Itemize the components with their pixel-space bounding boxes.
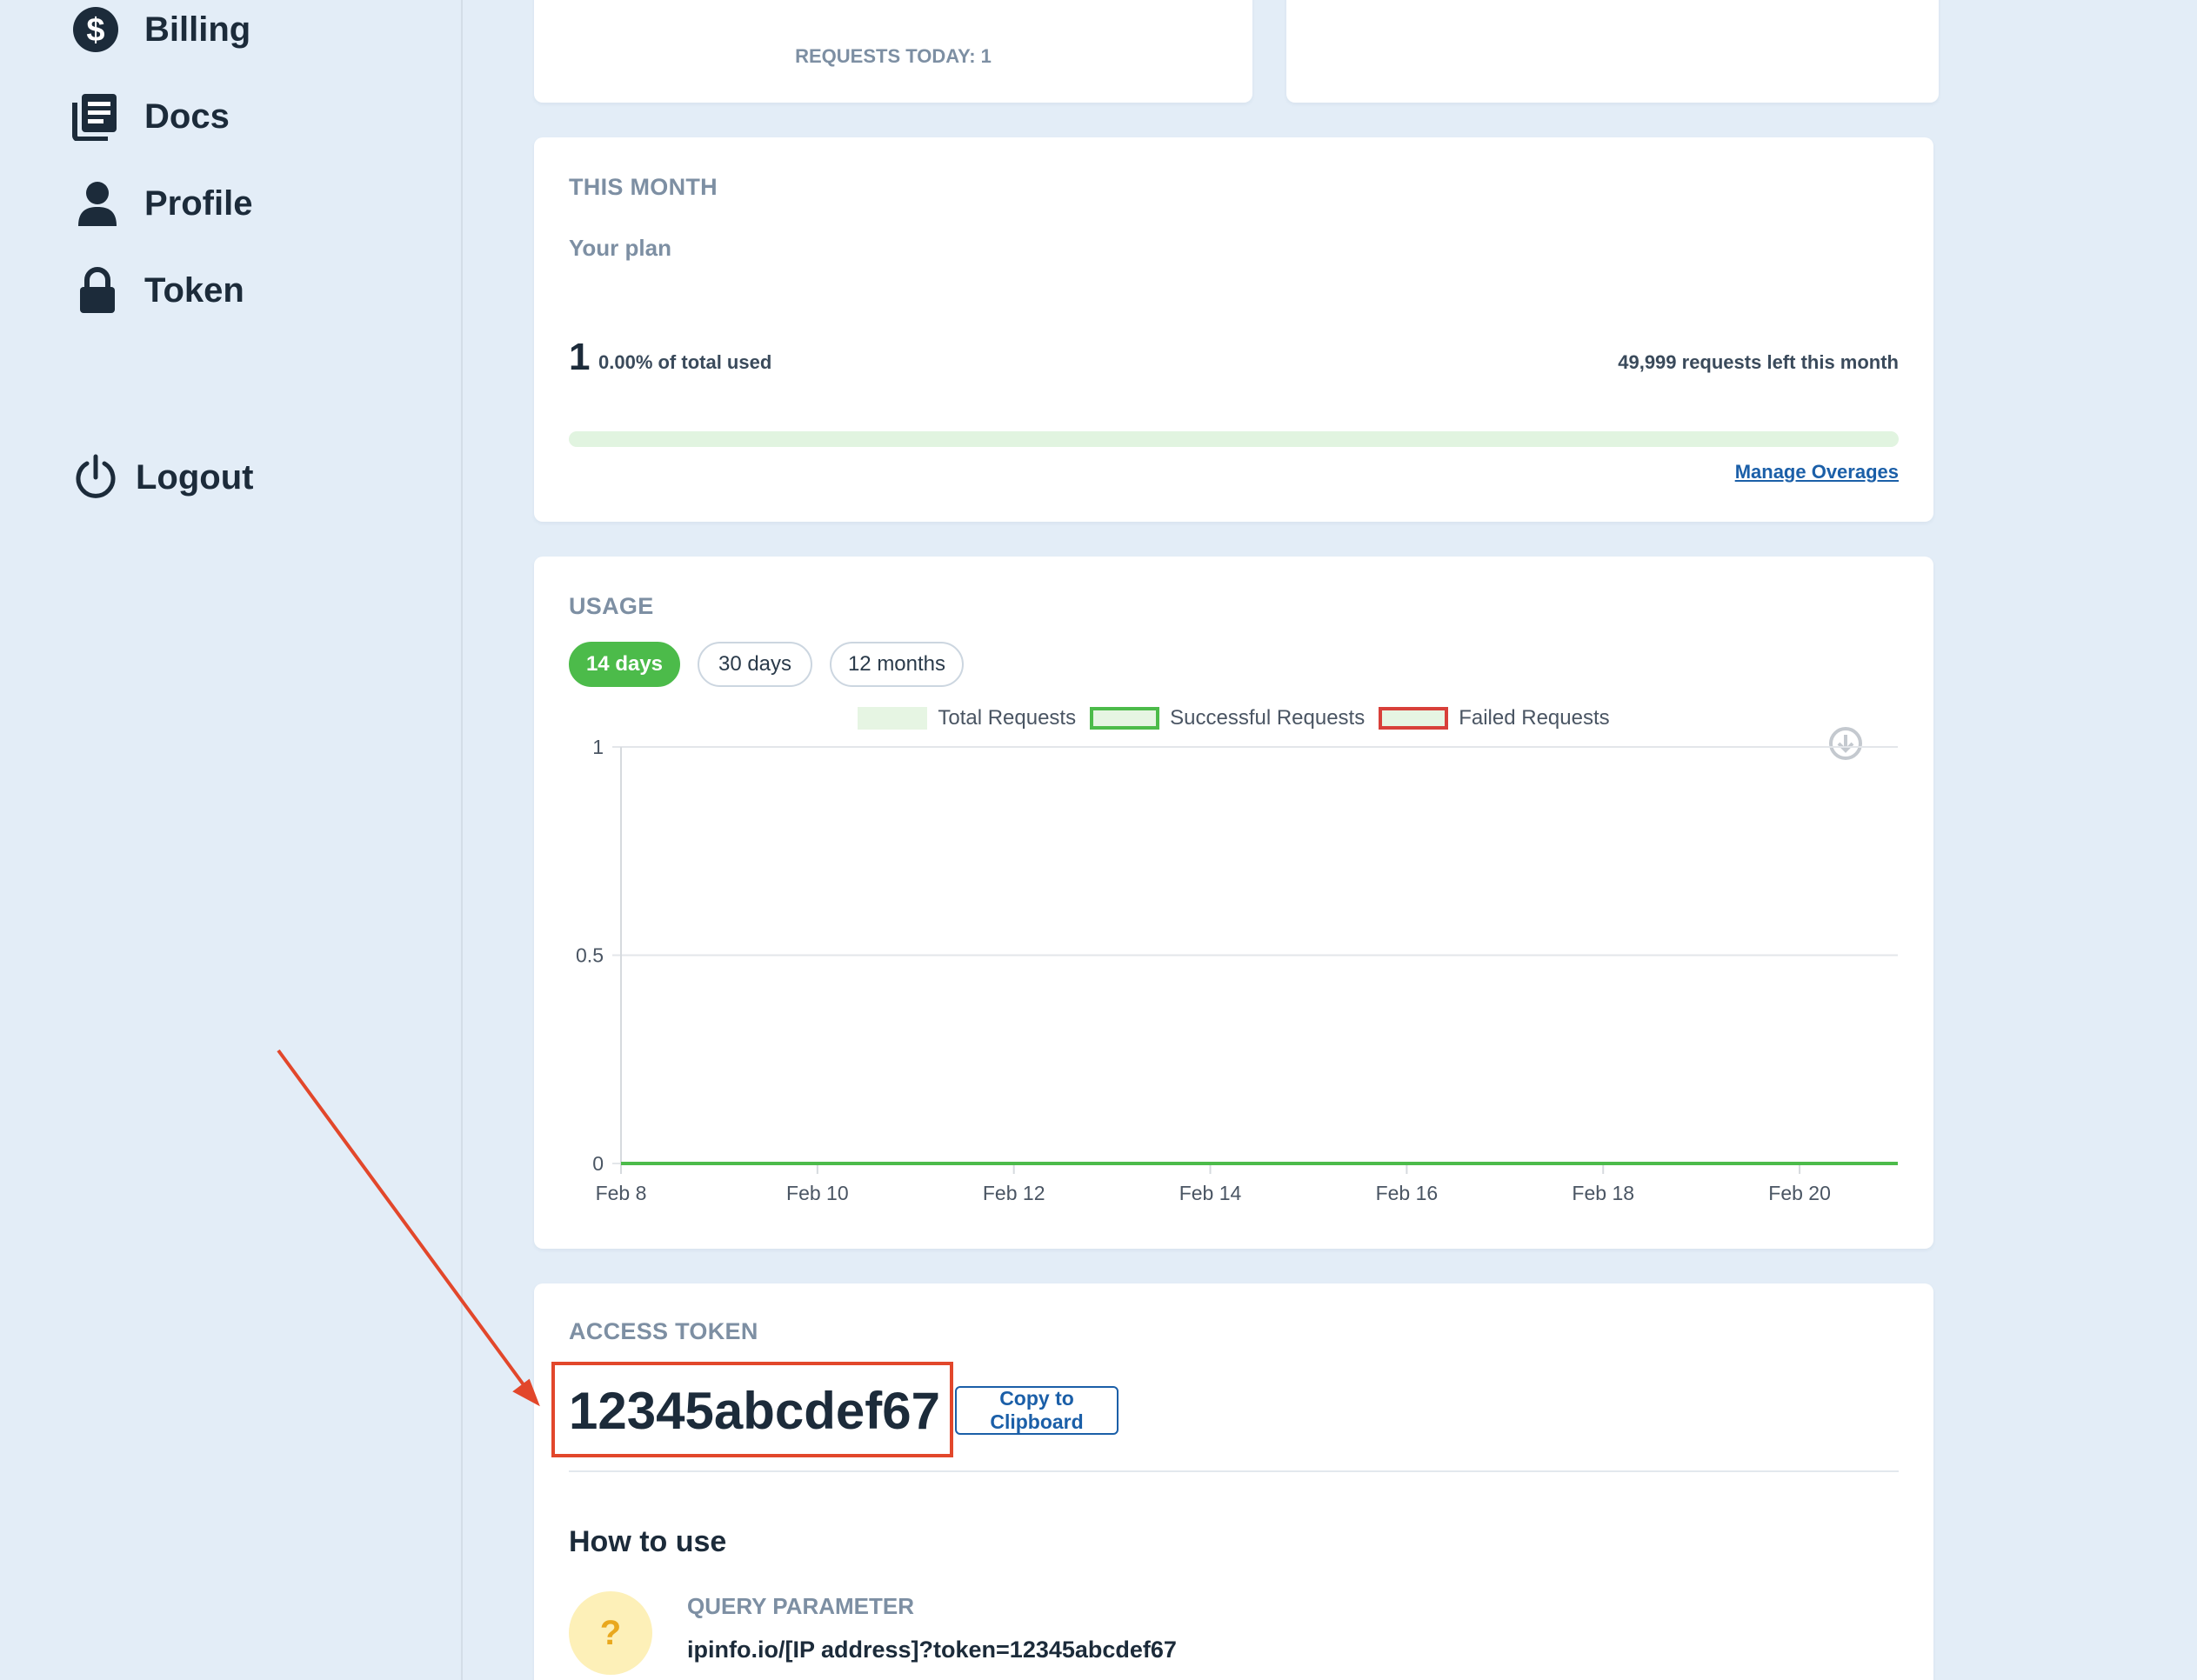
sidebar-item-token[interactable]: Token [71,264,244,317]
y-tick-label: 0 [592,1152,604,1175]
this-month-card: THIS MONTH Your plan 1 0.00% of total us… [534,137,1933,522]
requests-left: 49,999 requests left this month [1618,351,1899,373]
token-value: 12345abcdef67 [569,1382,940,1440]
sidebar: $ Billing Docs Profile Token Logout [0,0,463,1680]
y-tick-label: 0.5 [576,944,604,967]
top-right-card [1286,0,1939,103]
x-tick-label: Feb 10 [786,1182,849,1204]
query-parameter-title: QUERY PARAMETER [687,1593,914,1619]
x-tick-label: Feb 18 [1572,1182,1634,1204]
x-tick-label: Feb 8 [596,1182,647,1204]
copy-to-clipboard-button[interactable]: Copy to Clipboard [955,1386,1119,1435]
usage-chart: 1 0.5 0 Feb 8 Feb 10 Feb 12 Feb 14 Feb 16 Feb 18… [576,727,1898,1204]
logout-button[interactable]: Logout [71,451,254,503]
x-tick-label: Feb 12 [983,1182,1045,1204]
x-tick-label: Feb 14 [1179,1182,1242,1204]
user-icon [71,177,124,230]
x-tick-label: Feb 16 [1376,1182,1439,1204]
access-token-card: ACCESS TOKEN 12345abcdef67 Copy to Clipb… [534,1283,1933,1680]
sidebar-item-label: Billing [144,10,251,49]
x-tick-label: Feb 20 [1768,1182,1831,1204]
dollar-icon: $ [71,3,124,56]
sidebar-item-label: Token [144,270,244,310]
power-icon [71,451,124,503]
used-percent: 0.00% of total used [598,351,772,373]
sidebar-item-docs[interactable]: Docs [71,90,230,143]
query-parameter-url: ipinfo.io/[IP address]?token=12345abcdef… [687,1637,1177,1663]
this-month-title: THIS MONTH [569,174,718,200]
divider [569,1470,1899,1472]
y-tick-label: 1 [592,736,604,758]
lock-icon [71,264,124,317]
docs-icon [71,90,124,143]
sidebar-item-profile[interactable]: Profile [71,177,252,230]
access-token-title: ACCESS TOKEN [569,1318,758,1344]
used-count: 1 [569,336,591,378]
sidebar-item-billing[interactable]: $ Billing [71,3,250,56]
download-icon[interactable] [1829,727,1862,760]
plan-label: Your plan [569,235,671,261]
requests-today-card: REQUESTS TODAY: 1 [534,0,1252,103]
manage-overages-link[interactable]: Manage Overages [1735,461,1899,483]
how-to-use-title: How to use [569,1525,727,1558]
sidebar-item-label: Docs [144,97,230,136]
question-icon: ? [569,1591,652,1675]
requests-today-text: REQUESTS TODAY: 1 [795,45,992,67]
usage-card: USAGE 14 days 30 days 12 months Total Re… [534,557,1933,1249]
usage-progress-bar [569,431,1899,447]
sidebar-item-label: Profile [144,183,253,223]
logout-label: Logout [136,457,254,497]
svg-text:$: $ [86,12,104,49]
